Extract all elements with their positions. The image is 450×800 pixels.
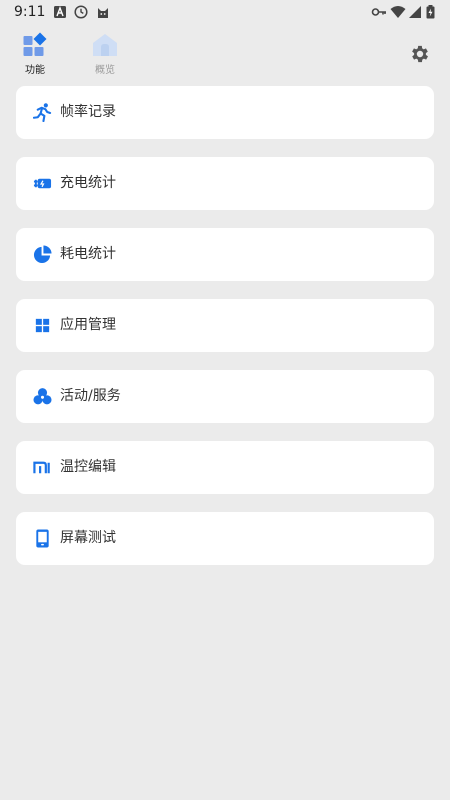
phone-screen-icon	[36, 529, 49, 548]
menu-item-power-stats[interactable]: 耗电统计	[16, 228, 434, 281]
app-screen: 9:11 功能 概览 帧率记录 充电统计 耗电统计 应用管理 活动/服务 温控编…	[0, 0, 450, 800]
tab-overview-label: 概览	[95, 65, 115, 76]
a-box-icon	[54, 6, 66, 18]
signal-icon	[409, 6, 421, 18]
home-icon	[93, 34, 117, 56]
grid-diamond-icon	[23, 32, 47, 56]
battery-charging-icon	[426, 5, 435, 19]
menu-item-label: 应用管理	[60, 317, 116, 333]
menu-item-label: 帧率记录	[60, 104, 116, 120]
menu-item-label: 活动/服务	[60, 388, 121, 404]
menu-item-label: 屏幕测试	[60, 530, 116, 546]
cat-icon	[98, 8, 108, 18]
menu-item-thermal-edit[interactable]: 温控编辑	[16, 441, 434, 494]
menu-list: 帧率记录 充电统计 耗电统计 应用管理 活动/服务 温控编辑 屏幕测试	[16, 86, 434, 583]
menu-item-app-management[interactable]: 应用管理	[16, 299, 434, 352]
menu-item-label: 温控编辑	[60, 459, 116, 475]
bubbles-icon	[33, 388, 52, 405]
key-icon	[371, 8, 386, 16]
menu-item-screen-test[interactable]: 屏幕测试	[16, 512, 434, 565]
mi-logo-icon	[33, 461, 50, 474]
wifi-icon	[390, 6, 406, 18]
menu-item-label: 耗电统计	[60, 246, 116, 262]
menu-item-activity-service[interactable]: 活动/服务	[16, 370, 434, 423]
tab-features-label: 功能	[25, 65, 45, 76]
menu-item-charge-stats[interactable]: 充电统计	[16, 157, 434, 210]
running-icon	[33, 103, 52, 122]
status-bar: 9:11	[0, 0, 450, 26]
menu-item-label: 充电统计	[60, 175, 116, 191]
clock-icon	[74, 5, 88, 19]
gear-icon[interactable]	[409, 43, 431, 65]
tab-overview[interactable]: 概览	[85, 32, 125, 76]
apps-grid-icon	[35, 318, 50, 333]
menu-item-fps-record[interactable]: 帧率记录	[16, 86, 434, 139]
status-time: 9:11	[14, 4, 46, 20]
charger-icon	[33, 178, 52, 189]
pie-chart-icon	[33, 245, 52, 264]
tab-features[interactable]: 功能	[15, 32, 55, 76]
